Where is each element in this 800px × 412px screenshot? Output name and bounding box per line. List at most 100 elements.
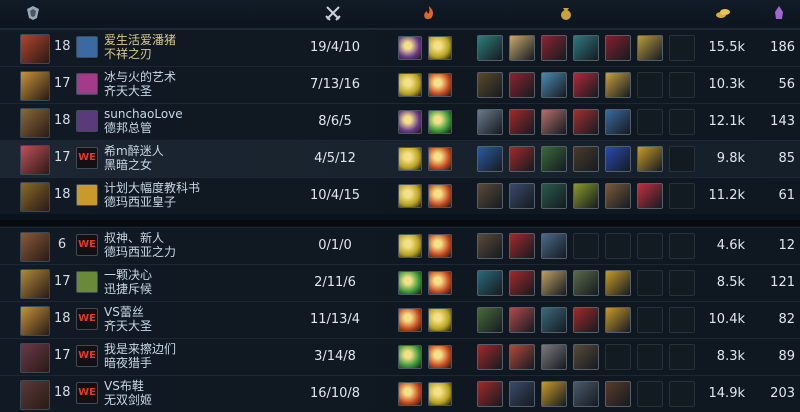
champion-portrait xyxy=(20,34,50,64)
empty-item-slot xyxy=(637,344,663,370)
summoner-spell-icon xyxy=(428,345,452,369)
champion-portrait xyxy=(20,145,50,175)
player-level: 17 xyxy=(54,348,71,363)
item-icon xyxy=(541,381,567,407)
team-logo-badge: WE xyxy=(76,308,98,330)
empty-item-slot xyxy=(637,381,663,407)
player-row[interactable]: 18 计划大幅度教科书 德玛西亚皇子 10/4/15 11.2k 61 xyxy=(0,177,800,214)
item-icon xyxy=(637,35,663,61)
summoner-spell-icon xyxy=(428,73,452,97)
item-icon xyxy=(541,72,567,98)
item-icon xyxy=(541,109,567,135)
item-icon xyxy=(509,381,535,407)
player-level: 18 xyxy=(54,385,71,400)
team-divider xyxy=(0,220,800,226)
summoner-name: 希m醉迷人 xyxy=(104,144,164,158)
profile-icon xyxy=(76,36,98,58)
summoner-spell-icon xyxy=(428,184,452,208)
summoner-name: 叔神、新人 xyxy=(104,231,165,245)
creep-score: 12 xyxy=(778,238,795,253)
minion-icon xyxy=(770,4,788,22)
summoner-name: VS蕾丝 xyxy=(104,305,144,319)
gold-bag-icon xyxy=(557,4,575,22)
creep-score: 186 xyxy=(770,40,795,55)
item-icon xyxy=(509,233,535,259)
summoner-spell-icon xyxy=(428,382,452,406)
summoner-name: VS布鞋 xyxy=(104,379,144,393)
item-icon xyxy=(509,146,535,172)
player-level: 6 xyxy=(57,237,67,252)
player-row[interactable]: 17 一颗决心 迅捷斥候 2/11/6 8.5k 121 xyxy=(0,264,800,301)
kda-stat: 2/11/6 xyxy=(314,275,356,290)
summoner-spell-icon xyxy=(398,110,422,134)
creep-score: 89 xyxy=(778,349,795,364)
player-row[interactable]: 18 WE VS蕾丝 齐天大圣 11/13/4 10.4k 82 xyxy=(0,301,800,338)
player-level: 17 xyxy=(54,76,71,91)
player-row[interactable]: 17 WE 我是来擦边们 暗夜猎手 3/14/8 8.3k 89 xyxy=(0,338,800,375)
item-icon xyxy=(541,270,567,296)
kda-stat: 10/4/15 xyxy=(309,188,361,203)
summoner-name: sunchaoLove xyxy=(104,107,183,121)
item-icon xyxy=(573,381,599,407)
kda-stat: 8/6/5 xyxy=(318,114,352,129)
summoner-spell-icon xyxy=(398,73,422,97)
item-icon xyxy=(573,35,599,61)
champion-portrait xyxy=(20,108,50,138)
gold-earned: 8.5k xyxy=(716,275,745,290)
item-icon xyxy=(573,183,599,209)
creep-score: 61 xyxy=(778,188,795,203)
item-icon xyxy=(573,270,599,296)
champion-name: 齐天大圣 xyxy=(104,84,153,98)
summoner-name: 爱生活爱潘猪 xyxy=(104,33,177,47)
scoreboard: 18 爱生活爱潘猪 不祥之刃 19/4/10 15.5k 186 17 冰与火的艺术 齐天大圣 7… xyxy=(0,0,800,412)
creep-score: 143 xyxy=(770,114,795,129)
kda-stat: 19/4/10 xyxy=(309,40,361,55)
creep-score: 82 xyxy=(778,312,795,327)
champion-name: 德玛西亚皇子 xyxy=(104,195,177,209)
empty-item-slot xyxy=(637,109,663,135)
player-level: 18 xyxy=(54,113,71,128)
summoner-spell-icon xyxy=(428,110,452,134)
team-logo-badge: WE xyxy=(76,382,98,404)
champion-name: 暗夜猎手 xyxy=(104,356,153,370)
player-row[interactable]: 17 冰与火的艺术 齐天大圣 7/13/16 10.3k 56 xyxy=(0,66,800,103)
item-icon xyxy=(573,109,599,135)
team-logo-badge: WE xyxy=(76,345,98,367)
player-row[interactable]: 6 WE 叔神、新人 德玛西亚之力 0/1/0 4.6k 12 xyxy=(0,227,800,264)
item-icon xyxy=(509,183,535,209)
player-row[interactable]: 17 WE 希m醉迷人 黑暗之女 4/5/12 9.8k 85 xyxy=(0,140,800,177)
player-row[interactable]: 18 sunchaoLove 德邦总管 8/6/5 12.1k 143 xyxy=(0,103,800,140)
item-icon xyxy=(477,344,503,370)
item-icon xyxy=(477,381,503,407)
player-row[interactable]: 18 爱生活爱潘猪 不祥之刃 19/4/10 15.5k 186 xyxy=(0,29,800,66)
player-level: 18 xyxy=(54,39,71,54)
empty-item-slot xyxy=(637,233,663,259)
summoner-spell-icon xyxy=(428,36,452,60)
summoner-spell-icon xyxy=(428,308,452,332)
item-icon xyxy=(541,183,567,209)
item-icon xyxy=(541,35,567,61)
item-icon xyxy=(477,183,503,209)
item-icon xyxy=(477,146,503,172)
profile-icon xyxy=(76,73,98,95)
team-logo-badge: WE xyxy=(76,234,98,256)
champion-name: 德玛西亚之力 xyxy=(104,245,177,259)
kda-stat: 7/13/16 xyxy=(309,77,361,92)
item-icon xyxy=(573,344,599,370)
item-icon xyxy=(541,146,567,172)
player-level: 17 xyxy=(54,274,71,289)
player-row[interactable]: 18 WE VS布鞋 无双剑姬 16/10/8 14.9k 203 xyxy=(0,375,800,412)
summoner-spell-icon xyxy=(398,36,422,60)
champion-name: 不祥之刃 xyxy=(104,47,153,61)
item-icon xyxy=(637,183,663,209)
champion-portrait xyxy=(20,182,50,212)
item-icon xyxy=(541,307,567,333)
empty-item-slot xyxy=(637,307,663,333)
item-icon xyxy=(477,270,503,296)
creep-score: 121 xyxy=(770,275,795,290)
creep-score: 203 xyxy=(770,386,795,401)
champion-portrait xyxy=(20,232,50,262)
flame-icon xyxy=(420,4,438,22)
item-icon xyxy=(477,307,503,333)
summoner-spell-icon xyxy=(398,308,422,332)
